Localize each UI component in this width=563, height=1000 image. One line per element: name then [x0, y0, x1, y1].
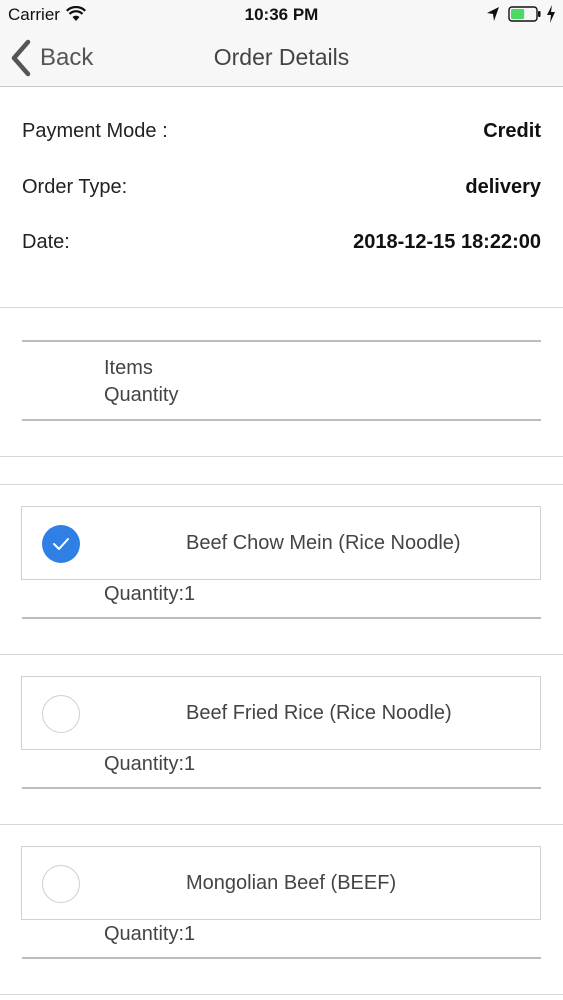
header-top-line — [22, 340, 541, 342]
payment-mode-row: Payment Mode : Credit — [22, 116, 541, 146]
location-icon — [486, 6, 500, 27]
checkbox-checked-icon[interactable] — [42, 525, 80, 563]
order-type-label: Order Type: — [22, 175, 128, 198]
item-divider — [0, 824, 563, 825]
quantity-column-header: Quantity — [104, 384, 179, 406]
payment-mode-label: Payment Mode : — [22, 119, 168, 142]
navigation-bar: Back Order Details — [0, 30, 563, 87]
date-row: Date: 2018-12-15 18:22:00 — [22, 227, 541, 257]
section-divider — [0, 456, 563, 457]
item-quantity: Quantity:1 — [104, 923, 196, 945]
status-bar: Carrier 10:36 PM — [0, 0, 563, 30]
list-item[interactable]: Mongolian Beef (BEEF) — [21, 846, 541, 920]
item-quantity: Quantity:1 — [104, 753, 196, 775]
status-time: 10:36 PM — [244, 5, 319, 24]
charging-icon — [546, 5, 556, 28]
item-bottom-line — [22, 617, 541, 619]
item-bottom-line — [22, 787, 541, 789]
section-divider — [0, 307, 563, 308]
items-column-header: Items — [104, 357, 153, 379]
list-item[interactable]: Beef Chow Mein (Rice Noodle) — [21, 506, 541, 580]
item-divider — [0, 994, 563, 995]
page-title: Order Details — [213, 44, 350, 70]
order-details-screen: Carrier 10:36 PM Back Order Details Paym… — [0, 0, 563, 1000]
item-name: Beef Fried Rice (Rice Noodle) — [186, 702, 452, 724]
item-bottom-line — [22, 957, 541, 959]
payment-mode-value: Credit — [483, 119, 541, 142]
header-bottom-line — [22, 419, 541, 421]
checkbox-unchecked-icon[interactable] — [42, 865, 80, 903]
battery-icon — [508, 6, 542, 27]
checkbox-unchecked-icon[interactable] — [42, 695, 80, 733]
item-divider — [0, 654, 563, 655]
order-type-value: delivery — [465, 175, 541, 198]
order-type-row: Order Type: delivery — [22, 172, 541, 202]
item-name: Mongolian Beef (BEEF) — [186, 872, 397, 894]
item-name: Beef Chow Mein (Rice Noodle) — [186, 532, 461, 554]
item-quantity: Quantity:1 — [104, 583, 196, 605]
section-divider — [0, 484, 563, 485]
list-item[interactable]: Beef Fried Rice (Rice Noodle) — [21, 676, 541, 750]
date-value: 2018-12-15 18:22:00 — [353, 230, 541, 253]
battery-level-fill — [511, 9, 525, 19]
date-label: Date: — [22, 230, 70, 253]
